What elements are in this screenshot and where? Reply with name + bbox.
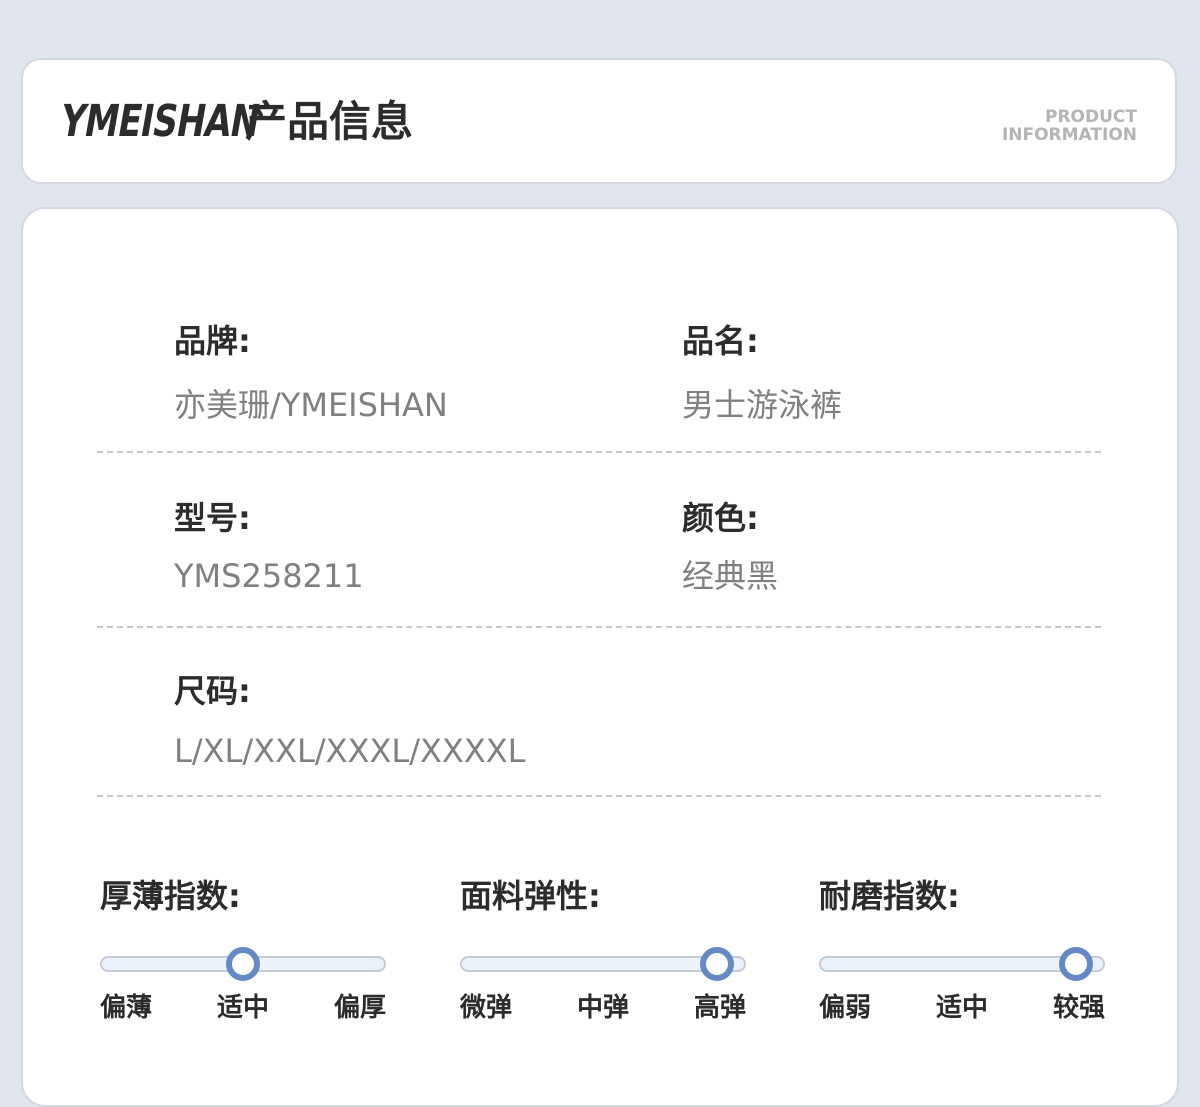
meter-scale-label: 高弹: [693, 993, 746, 1023]
meter-knob: [1059, 947, 1094, 981]
meter-scale: 偏薄 适中 偏厚: [100, 990, 386, 1026]
meter-scale: 微弹 中弹 高弹: [460, 990, 746, 1026]
brand-logo: YMEISHAN: [56, 96, 264, 147]
divider: [97, 626, 1101, 628]
meter-elasticity: 面料弹性: 微弹 中弹 高弹: [460, 876, 746, 1023]
page-title: 产品信息: [245, 97, 414, 146]
field-brand: 品牌: 亦美珊/YMEISHAN: [174, 321, 448, 425]
field-value: L/XL/XXL/XXXL/XXXXL: [174, 732, 526, 770]
product-info-card: 品牌: 亦美珊/YMEISHAN 品名: 男士游泳裤 型号: YMS258211…: [21, 207, 1179, 1107]
meter-abrasion: 耐磨指数: 偏弱 适中 较强: [819, 876, 1105, 1023]
field-label: 品牌:: [174, 322, 251, 360]
field-value: 亦美珊/YMEISHAN: [174, 386, 448, 424]
field-value: 男士游泳裤: [682, 386, 843, 424]
meter-knob: [700, 947, 735, 981]
meter-title: 面料弹性:: [460, 877, 601, 915]
header-subtitle-line1: PRODUCT: [1045, 107, 1137, 127]
field-label: 品名:: [682, 322, 759, 360]
meter-scale-label: 偏厚: [333, 993, 386, 1023]
meter-scale-label: 适中: [935, 993, 989, 1023]
field-product-name: 品名: 男士游泳裤: [682, 321, 842, 425]
header-subtitle-line2: INFORMATION: [1001, 125, 1137, 145]
header-english-subtitle: PRODUCT INFORMATION: [1002, 108, 1137, 144]
meter-scale-label: 微弹: [460, 993, 513, 1023]
divider: [97, 451, 1101, 453]
meter-title: 耐磨指数:: [819, 877, 960, 915]
field-value: YMS258211: [174, 557, 364, 595]
field-color: 颜色: 经典黑: [682, 498, 778, 596]
field-label: 尺码:: [174, 672, 251, 710]
meter-scale-label: 适中: [216, 993, 270, 1023]
meter-title: 厚薄指数:: [100, 877, 241, 915]
meter-scale-label: 较强: [1052, 993, 1105, 1023]
meter-thickness: 厚薄指数: 偏薄 适中 偏厚: [100, 876, 386, 1023]
divider: [97, 795, 1101, 797]
field-model: 型号: YMS258211: [174, 498, 364, 596]
header-card: YMEISHAN 产品信息 PRODUCT INFORMATION: [21, 58, 1177, 184]
field-size: 尺码: L/XL/XXL/XXXL/XXXXL: [174, 671, 525, 771]
meter-scale-label: 偏薄: [100, 993, 153, 1023]
field-label: 型号:: [174, 499, 251, 537]
meter-knob: [226, 947, 260, 981]
meter-scale-label: 偏弱: [819, 993, 872, 1023]
field-label: 颜色:: [682, 499, 759, 537]
meter-scale: 偏弱 适中 较强: [819, 990, 1105, 1026]
meter-scale-label: 中弹: [576, 993, 630, 1023]
field-value: 经典黑: [682, 557, 779, 595]
